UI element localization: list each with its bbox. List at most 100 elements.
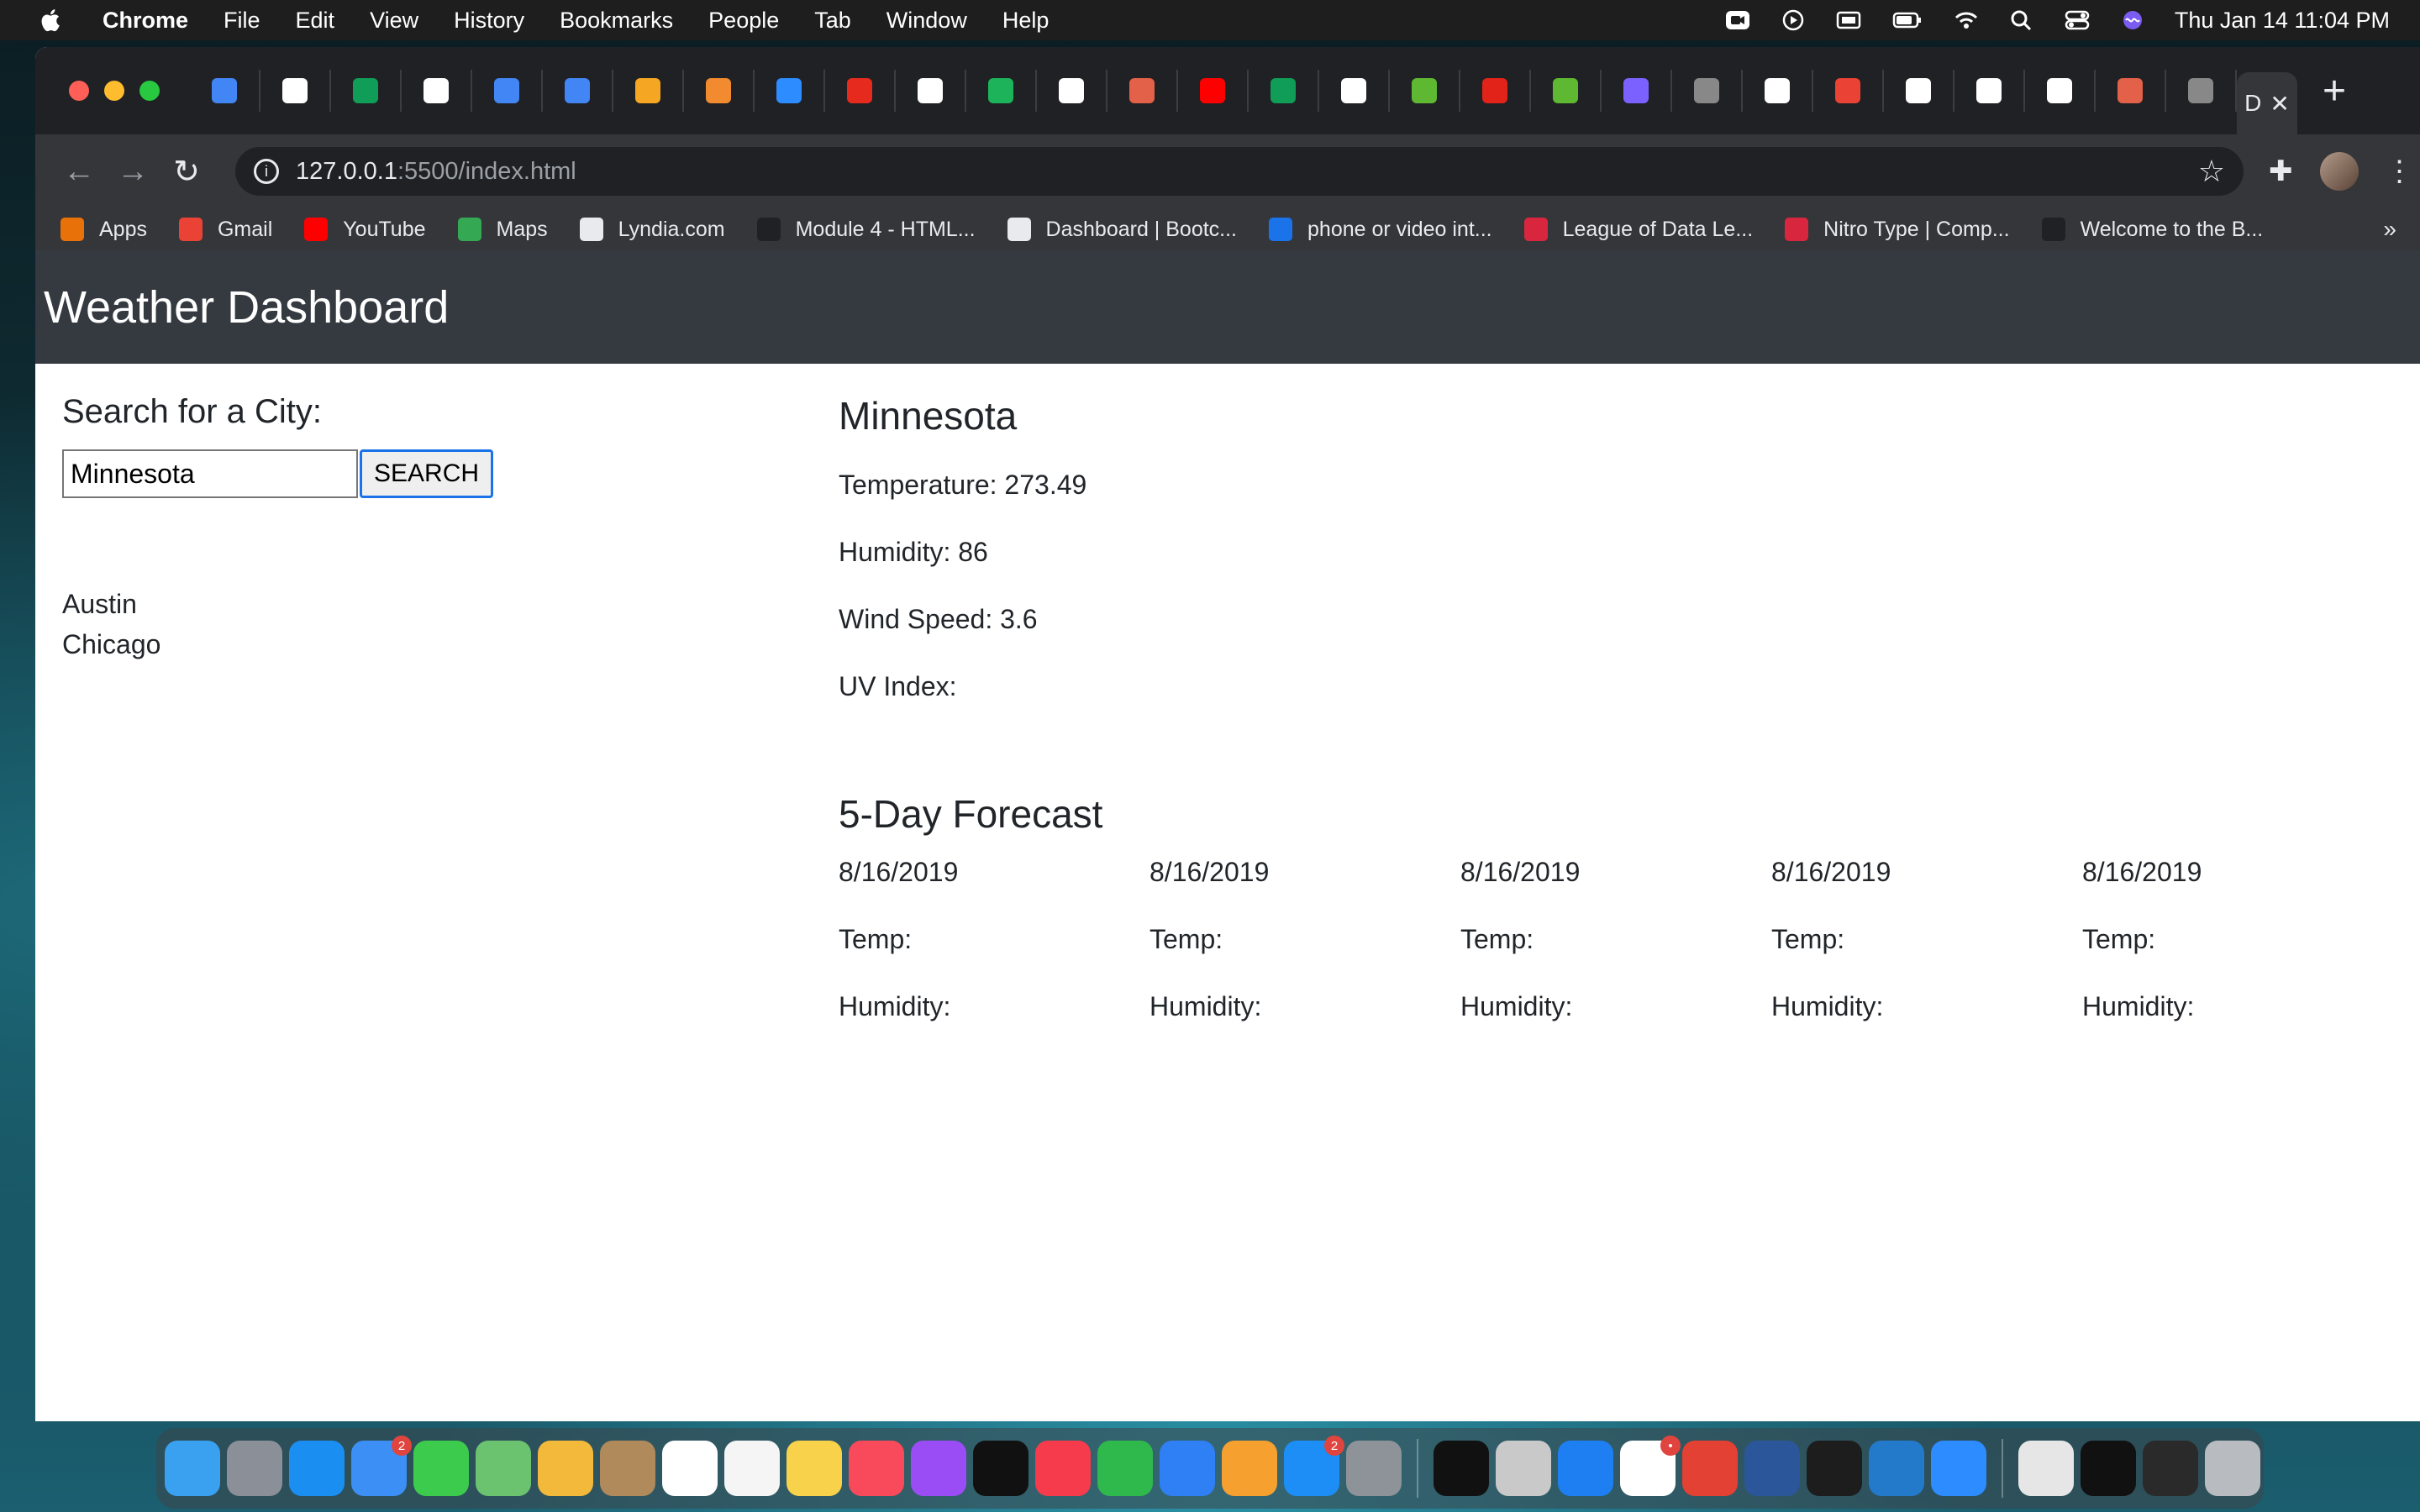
spotlight-search-icon[interactable] [2008, 8, 2035, 32]
minimize-window-button[interactable] [104, 81, 124, 101]
apple-icon[interactable] [37, 6, 66, 34]
address-bar[interactable]: i 127.0.0.1:5500/index.html ☆ [235, 147, 2244, 196]
play-status-icon[interactable] [1780, 8, 1807, 32]
system-preferences-icon[interactable] [1346, 1441, 1402, 1496]
chess-icon[interactable] [1496, 1441, 1551, 1496]
bookmark-star-icon[interactable]: ☆ [2198, 154, 2225, 189]
reminders-icon[interactable] [724, 1441, 780, 1496]
xcode-icon[interactable] [1558, 1441, 1613, 1496]
forward-arrow-icon[interactable]: → [106, 154, 160, 190]
siri-icon[interactable] [2119, 8, 2146, 32]
contacts-icon[interactable] [600, 1441, 655, 1496]
browser-tab[interactable] [2166, 70, 2237, 112]
menu-edit[interactable]: Edit [296, 8, 335, 34]
window-preview-icon[interactable] [2081, 1441, 2136, 1496]
close-window-button[interactable] [69, 81, 89, 101]
mail-icon[interactable]: 2 [351, 1436, 412, 1496]
bookmark-apps[interactable]: Apps [60, 218, 147, 242]
browser-tab[interactable] [260, 70, 331, 112]
bookmark-youtube[interactable]: YouTube [304, 218, 426, 242]
menu-window[interactable]: Window [886, 8, 967, 34]
history-item-chicago[interactable]: Chicago [62, 624, 566, 664]
messages-icon[interactable] [413, 1441, 469, 1496]
browser-tab[interactable] [1390, 70, 1460, 112]
podcasts-icon[interactable] [911, 1441, 966, 1496]
browser-tab[interactable] [1884, 70, 1954, 112]
menu-bookmarks[interactable]: Bookmarks [560, 8, 673, 34]
browser-tab[interactable] [825, 70, 896, 112]
trash-icon[interactable] [2205, 1441, 2260, 1496]
browser-tab[interactable] [1531, 70, 1602, 112]
browser-tab[interactable] [613, 70, 684, 112]
bookmark-lyndia[interactable]: Lyndia.com [579, 218, 725, 242]
bookmark-league[interactable]: League of Data Le... [1523, 218, 1753, 242]
menu-tab[interactable]: Tab [814, 8, 851, 34]
battery-icon[interactable] [1891, 8, 1924, 32]
keynote-icon[interactable] [1160, 1441, 1215, 1496]
display-status-icon[interactable] [1835, 8, 1862, 32]
browser-tab[interactable] [2096, 70, 2166, 112]
bookmark-dashboard[interactable]: Dashboard | Bootc... [1007, 218, 1237, 242]
app-store-icon[interactable]: 2 [1284, 1436, 1344, 1496]
browser-tab[interactable] [1178, 70, 1249, 112]
history-item-austin[interactable]: Austin [62, 584, 566, 624]
chrome-menu-icon[interactable]: ⋮ [2386, 155, 2414, 188]
browser-tab[interactable] [1672, 70, 1743, 112]
browser-tab[interactable] [1107, 70, 1178, 112]
wifi-icon[interactable] [1953, 8, 1980, 32]
activity-monitor-icon[interactable] [1807, 1441, 1862, 1496]
launchpad-icon[interactable] [227, 1441, 282, 1496]
browser-tab[interactable] [543, 70, 613, 112]
extensions-puzzle-icon[interactable]: ✚ [2269, 155, 2293, 188]
browser-tab[interactable] [755, 70, 825, 112]
bookmark-module4[interactable]: Module 4 - HTML... [756, 218, 976, 242]
news-icon[interactable] [1035, 1441, 1091, 1496]
browser-tab[interactable] [1954, 70, 2025, 112]
browser-tab[interactable] [966, 70, 1037, 112]
browser-tab[interactable] [402, 70, 472, 112]
control-center-icon[interactable] [2064, 8, 2091, 32]
safari-icon[interactable] [289, 1441, 345, 1496]
photos-icon[interactable] [538, 1441, 593, 1496]
bookmark-nitro[interactable]: Nitro Type | Comp... [1785, 218, 2010, 242]
search-button[interactable]: SEARCH [360, 449, 494, 498]
word-icon[interactable] [1744, 1441, 1800, 1496]
browser-tab[interactable] [331, 70, 402, 112]
city-search-input[interactable] [62, 449, 358, 498]
bookmark-gmail[interactable]: Gmail [178, 218, 272, 242]
browser-tab[interactable] [1037, 70, 1107, 112]
window-preview-icon-2[interactable] [2143, 1441, 2198, 1496]
music-icon[interactable] [849, 1441, 904, 1496]
tv-icon[interactable] [973, 1441, 1028, 1496]
pages-icon[interactable] [1222, 1441, 1277, 1496]
menu-app-name[interactable]: Chrome [103, 8, 188, 34]
clock[interactable]: Thu Jan 14 11:04 PM [2175, 8, 2390, 34]
browser-tab[interactable] [1249, 70, 1319, 112]
bookmark-phone-video[interactable]: phone or video int... [1269, 218, 1492, 242]
finder-icon[interactable] [165, 1441, 220, 1496]
vscode-icon[interactable] [1869, 1441, 1924, 1496]
bookmark-maps[interactable]: Maps [457, 218, 548, 242]
browser-tab[interactable] [896, 70, 966, 112]
zoom-status-icon[interactable] [1724, 8, 1751, 32]
bookmark-welcome[interactable]: Welcome to the B... [2041, 218, 2263, 242]
bookmarks-overflow-icon[interactable]: » [2383, 216, 2396, 243]
slack-icon[interactable]: • [1620, 1436, 1681, 1496]
active-tab[interactable]: D ✕ [2237, 72, 2297, 134]
maps-icon[interactable] [476, 1441, 531, 1496]
browser-tab[interactable] [1813, 70, 1884, 112]
calendar-icon[interactable] [662, 1441, 718, 1496]
zoom-window-button[interactable] [139, 81, 160, 101]
numbers-icon[interactable] [1097, 1441, 1153, 1496]
browser-tab[interactable] [472, 70, 543, 112]
menu-view[interactable]: View [370, 8, 418, 34]
browser-tab[interactable] [1319, 70, 1390, 112]
archive-icon[interactable] [2018, 1441, 2074, 1496]
browser-tab[interactable] [1602, 70, 1672, 112]
site-info-icon[interactable]: i [254, 159, 279, 184]
menu-people[interactable]: People [708, 8, 779, 34]
browser-tab[interactable] [190, 70, 260, 112]
browser-tab[interactable] [2025, 70, 2096, 112]
close-tab-icon[interactable]: ✕ [2270, 90, 2289, 118]
back-arrow-icon[interactable]: ← [52, 154, 106, 190]
